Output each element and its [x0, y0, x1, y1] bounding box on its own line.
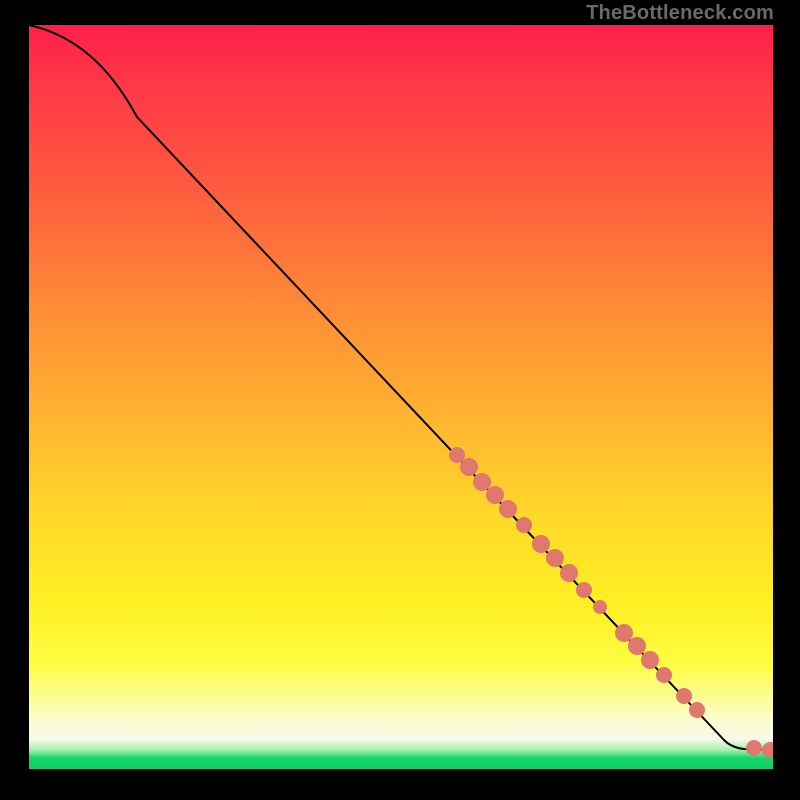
highlight-point: [449, 447, 465, 463]
highlight-point: [762, 742, 773, 758]
highlight-point: [593, 600, 607, 614]
highlight-point: [473, 473, 491, 491]
highlight-point: [689, 702, 705, 718]
chart-svg: [29, 25, 773, 769]
chart-stage: TheBottleneck.com: [0, 0, 800, 800]
highlight-point: [676, 688, 692, 704]
highlight-point: [516, 517, 532, 533]
highlight-points-group: [449, 447, 773, 758]
highlight-point: [576, 582, 592, 598]
highlight-point: [546, 549, 564, 567]
highlight-point: [656, 667, 672, 683]
highlight-point: [499, 500, 517, 518]
highlight-point: [746, 740, 762, 756]
plot-area: [29, 25, 773, 769]
highlight-point: [641, 651, 659, 669]
highlight-point: [615, 624, 633, 642]
trend-curve: [29, 25, 773, 750]
highlight-point: [460, 458, 478, 476]
watermark-text: TheBottleneck.com: [586, 2, 774, 25]
highlight-point: [560, 564, 578, 582]
highlight-point: [628, 637, 646, 655]
highlight-point: [532, 535, 550, 553]
highlight-point: [486, 486, 504, 504]
